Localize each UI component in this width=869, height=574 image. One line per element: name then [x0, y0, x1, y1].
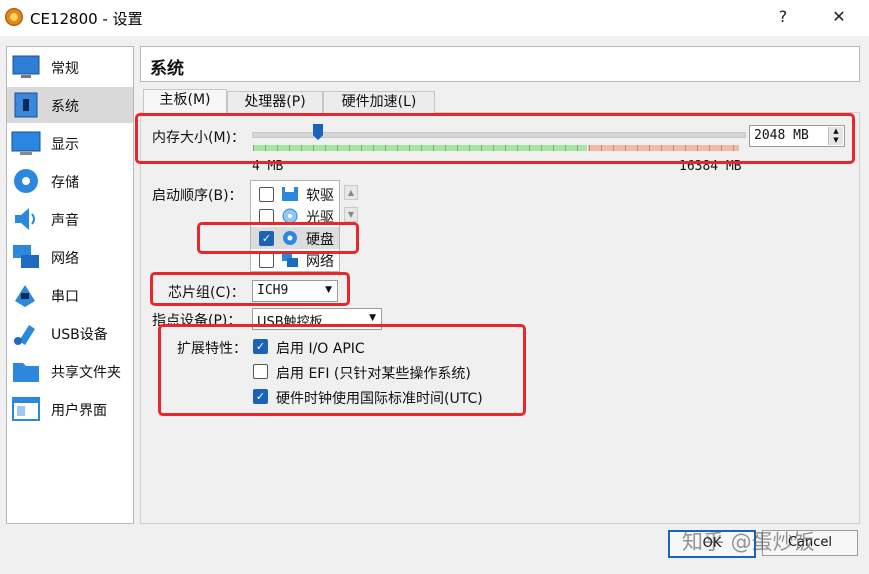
serial-port-icon — [15, 285, 35, 307]
help-button[interactable]: ? — [768, 4, 798, 30]
highlight-extended-features — [158, 324, 526, 416]
boot-checkbox-network[interactable] — [259, 253, 274, 268]
network-boot-icon — [282, 253, 298, 267]
sidebar-item-system[interactable]: 系统 — [7, 87, 133, 123]
usb-icon — [14, 325, 35, 345]
highlight-memory — [135, 113, 855, 164]
display-icon — [11, 131, 41, 155]
boot-item-label: 网络 — [306, 254, 334, 270]
move-down-icon[interactable]: ▼ — [344, 207, 358, 222]
sidebar-item-serial-port[interactable]: 串口 — [7, 277, 133, 313]
tab-acceleration[interactable]: 硬件加速(L) — [323, 91, 435, 113]
floppy-icon — [282, 187, 298, 201]
sidebar-item-label: USB设备 — [51, 327, 108, 343]
sidebar-item-shared-folders[interactable]: 共享文件夹 — [7, 353, 133, 389]
sidebar-item-general[interactable]: 常规 — [7, 49, 133, 85]
boot-item-floppy[interactable]: 软驱 — [251, 183, 339, 205]
sidebar-item-label: 常规 — [51, 61, 79, 77]
move-up-icon[interactable]: ▲ — [344, 185, 358, 200]
tab-motherboard[interactable]: 主板(M) — [143, 89, 227, 114]
sidebar-item-network[interactable]: 网络 — [7, 239, 133, 275]
user-interface-icon — [12, 397, 40, 421]
settings-sidebar: 常规 系统 显示 存储 声音 网络 串口 USB设备 共享文件夹 用户界面 — [6, 46, 134, 524]
boot-item-label: 软驱 — [306, 188, 334, 204]
highlight-hard-disk — [197, 222, 359, 254]
sidebar-item-user-interface[interactable]: 用户界面 — [7, 391, 133, 427]
close-button[interactable]: ✕ — [824, 4, 854, 30]
system-icon — [14, 92, 38, 118]
sidebar-item-label: 声音 — [51, 213, 79, 229]
sidebar-item-label: 显示 — [51, 137, 79, 153]
page-title: 系统 — [150, 59, 184, 79]
sidebar-item-usb[interactable]: USB设备 — [7, 315, 133, 351]
sidebar-item-label: 共享文件夹 — [51, 365, 121, 381]
chevron-down-icon: ▼ — [369, 313, 376, 323]
boot-order-label: 启动顺序(B)： — [152, 188, 243, 204]
sidebar-item-label: 系统 — [51, 99, 79, 115]
sidebar-item-storage[interactable]: 存储 — [7, 163, 133, 199]
general-icon — [12, 55, 40, 78]
sidebar-item-display[interactable]: 显示 — [7, 125, 133, 161]
section-header: 系统 — [140, 46, 860, 82]
sidebar-item-label: 串口 — [51, 289, 79, 305]
tab-processor[interactable]: 处理器(P) — [227, 91, 323, 113]
highlight-chipset — [150, 272, 350, 306]
title-bar: CE12800 - 设置 ? ✕ — [0, 0, 869, 36]
boot-checkbox-floppy[interactable] — [259, 187, 274, 202]
audio-icon — [15, 208, 35, 230]
sidebar-item-label: 网络 — [51, 251, 79, 267]
network-icon — [13, 245, 39, 268]
window-title: CE12800 - 设置 — [30, 10, 143, 28]
sidebar-item-label: 存储 — [51, 175, 79, 191]
tab-panel-motherboard — [140, 112, 860, 524]
app-icon — [5, 8, 23, 26]
sidebar-item-label: 用户界面 — [51, 403, 107, 419]
watermark: 知乎 @蛋炒饭 — [682, 530, 815, 554]
storage-icon — [14, 169, 38, 193]
sidebar-item-audio[interactable]: 声音 — [7, 201, 133, 237]
shared-folder-icon — [13, 363, 39, 382]
